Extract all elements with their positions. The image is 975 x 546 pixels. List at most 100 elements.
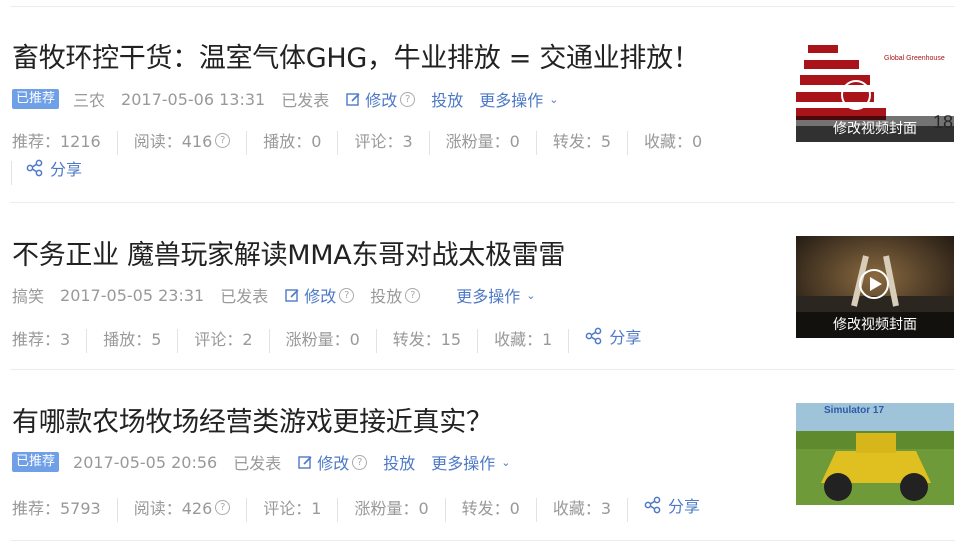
edit-icon [285,289,299,302]
separator [568,328,570,353]
publish-date: 2017-05-06 13:31 [121,89,266,109]
separator [477,328,479,353]
article-title[interactable]: 不务正业 魔兽玩家解读MMA东哥对战太极雷雷 [12,233,565,272]
boost-button[interactable]: 投放 [431,87,463,111]
stat-favorite: 收藏：1 [494,330,553,349]
separator [337,497,339,522]
stat-favorite: 收藏：3 [552,499,612,518]
stats-row: 推荐：3 播放：5 评论：2 涨粉量：0 转发：15 收藏：1 分享 [12,324,641,353]
separator [116,130,118,155]
share-button[interactable]: 分享 [644,493,700,517]
status-label: 已发表 [281,91,330,110]
edit-label: 修改 [365,91,398,110]
help-icon[interactable]: ? [352,454,368,470]
separator [444,497,446,522]
more-actions-label: 更多操作 [479,91,544,110]
separator [11,160,12,185]
status-label: 已发表 [220,287,269,306]
video-thumbnail[interactable]: 修改视频封面 [796,236,954,338]
edit-icon [346,93,360,106]
help-icon[interactable]: ? [215,132,231,148]
stat-play: 播放：0 [263,132,322,151]
more-actions-dropdown[interactable]: 更多操作 ⌄ [456,283,535,307]
thumbnail-caption: 修改视频封面 [796,312,954,338]
category-label: 三农 [73,91,106,110]
edit-label: 修改 [304,287,337,306]
svg-text:Simulator 17: Simulator 17 [824,405,884,416]
divider [10,369,955,370]
article-title[interactable]: 畜牧环控干货：温室气体GHG，牛业排放 = 交通业排放！ [12,36,700,75]
category-label: 搞笑 [12,287,45,306]
stat-read: 阅读：416? [134,128,231,152]
stat-forward: 转发：15 [392,330,462,349]
edit-button[interactable]: 修改 ? [284,283,355,307]
edit-button[interactable]: 修改 ? [345,87,416,111]
more-actions-dropdown[interactable]: 更多操作 ⌄ [479,87,558,111]
separator [375,328,377,353]
divider [10,540,955,541]
stat-follower: 涨粉量：0 [285,330,360,349]
svg-text:Global Greenhouse: Global Greenhouse [884,55,945,62]
divider [10,6,955,7]
share-label: 分享 [668,497,701,516]
share-button[interactable]: 分享 [26,156,82,180]
article-title[interactable]: 有哪款农场牧场经营类游戏更接近真实？ [12,400,493,439]
recommended-badge: 已推荐 [12,89,60,109]
thumbnail-caption: 修改视频封面 [796,116,954,142]
publish-date: 2017-05-05 23:31 [60,285,205,305]
stat-play: 播放：5 [103,330,162,349]
stats-row: 推荐：5793 阅读：426? 评论：1 涨粉量：0 转发：0 收藏：3 分享 [12,493,700,522]
share-icon [585,327,602,345]
more-actions-dropdown[interactable]: 更多操作 ⌄ [431,450,510,474]
stat-follower: 涨粉量：0 [445,132,520,151]
separator [86,328,88,353]
edit-button[interactable]: 修改 ? [297,450,368,474]
stat-recommend: 推荐：1216 [12,132,101,151]
share-label: 分享 [609,328,642,347]
stat-follower: 涨粉量：0 [354,499,429,518]
more-actions-label: 更多操作 [456,287,521,306]
help-icon[interactable]: ? [215,499,231,515]
share-button[interactable]: 分享 [585,324,641,348]
stat-read: 阅读：426? [134,495,231,519]
stat-comment: 评论：1 [263,499,322,518]
video-thumbnail[interactable]: Global Greenhouse 18 修改视频封面 [796,40,954,142]
separator [627,130,629,155]
stat-recommend: 推荐：5793 [12,499,101,518]
separator [246,130,248,155]
publish-date: 2017-05-05 20:56 [73,452,218,472]
separator [177,328,179,353]
share-label: 分享 [50,160,83,179]
separator [246,497,248,522]
recommended-badge: 已推荐 [12,452,60,472]
separator [337,130,339,155]
stat-forward: 转发：0 [461,499,520,518]
separator [268,328,270,353]
separator [116,497,118,522]
stat-forward: 转发：5 [552,132,612,151]
boost-button[interactable]: 投放 [383,450,415,474]
chevron-down-icon: ⌄ [501,455,511,469]
chevron-down-icon: ⌄ [526,288,536,302]
stats-row: 推荐：1216 阅读：416? 播放：0 评论：3 涨粉量：0 转发：5 收藏：0 [12,128,702,155]
share-icon [26,159,43,177]
separator [535,497,537,522]
article-list: 畜牧环控干货：温室气体GHG，牛业排放 = 交通业排放！ 已推荐 三农 2017… [0,0,975,546]
edit-icon [298,456,312,469]
stat-favorite: 收藏：0 [644,132,703,151]
video-thumbnail[interactable]: Simulator 17 [796,403,954,505]
help-icon[interactable]: ? [339,287,355,303]
help-icon[interactable]: ? [400,91,416,107]
more-actions-label: 更多操作 [431,454,496,473]
status-label: 已发表 [233,454,282,473]
share-icon [644,496,661,514]
separator [428,130,430,155]
separator [627,497,629,522]
stat-recommend: 推荐：3 [12,330,71,349]
stat-comment: 评论：3 [354,132,413,151]
edit-label: 修改 [317,454,350,473]
thumbnail-image: Simulator 17 [796,403,954,505]
stat-comment: 评论：2 [194,330,253,349]
help-icon[interactable]: ? [405,287,421,303]
boost-button-disabled: 投放 ? [370,283,421,307]
